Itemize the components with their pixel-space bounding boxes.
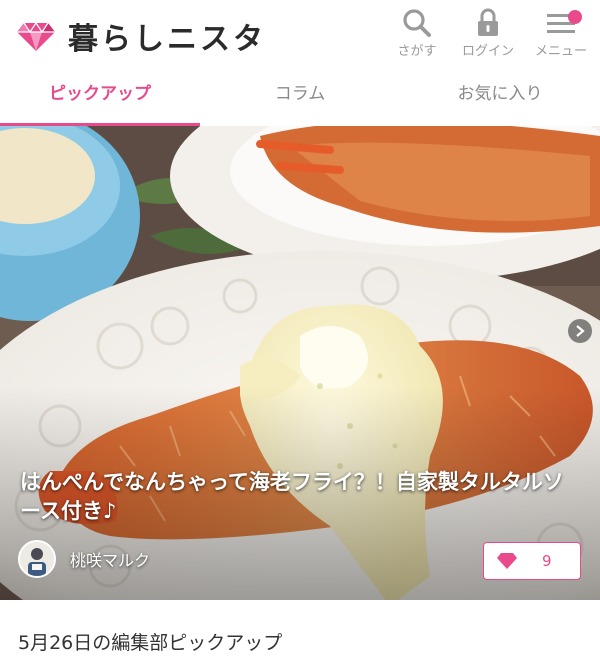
- diamond-icon: [497, 553, 517, 569]
- notification-dot: [568, 10, 582, 24]
- favorite-button[interactable]: 9: [483, 542, 581, 580]
- search-icon: [403, 9, 431, 37]
- lock-icon: [478, 8, 498, 36]
- search-button[interactable]: さがす: [380, 6, 454, 59]
- login-button[interactable]: ログイン: [451, 6, 525, 59]
- tab-favorites[interactable]: お気に入り: [400, 68, 600, 126]
- tab-bar: ピックアップ コラム お気に入り: [0, 68, 600, 126]
- logo-text: 暮らしニスタ: [68, 22, 266, 57]
- section-title: 5月26日の編集部ピックアップ: [18, 632, 283, 654]
- app-header: 暮らしニスタ さがす ログイン メニュー: [0, 0, 600, 68]
- tab-column[interactable]: コラム: [200, 68, 400, 126]
- author[interactable]: 桃咲マルク: [18, 540, 150, 578]
- logo[interactable]: 暮らしニスタ: [16, 14, 266, 58]
- author-name: 桃咲マルク: [70, 551, 151, 570]
- login-label: ログイン: [461, 44, 514, 59]
- tab-pickup[interactable]: ピックアップ: [0, 68, 200, 126]
- chevron-right-icon: [576, 325, 585, 337]
- author-avatar: [18, 540, 56, 578]
- menu-button[interactable]: メニュー: [524, 6, 598, 59]
- avatar-image: [20, 542, 54, 576]
- diamond-logo-icon: [17, 21, 55, 51]
- search-label: さがす: [397, 44, 437, 59]
- article-title[interactable]: はんぺんでなんちゃって海老フライ？！自家製タルタルソース付き♪: [20, 468, 580, 526]
- carousel-next-button[interactable]: [568, 319, 592, 343]
- hero-article-card[interactable]: はんぺんでなんちゃって海老フライ？！自家製タルタルソース付き♪ 桃咲マルク 9: [0, 126, 600, 600]
- favorite-count: 9: [542, 552, 552, 570]
- menu-label: メニュー: [534, 44, 587, 59]
- hero-image: [0, 126, 600, 600]
